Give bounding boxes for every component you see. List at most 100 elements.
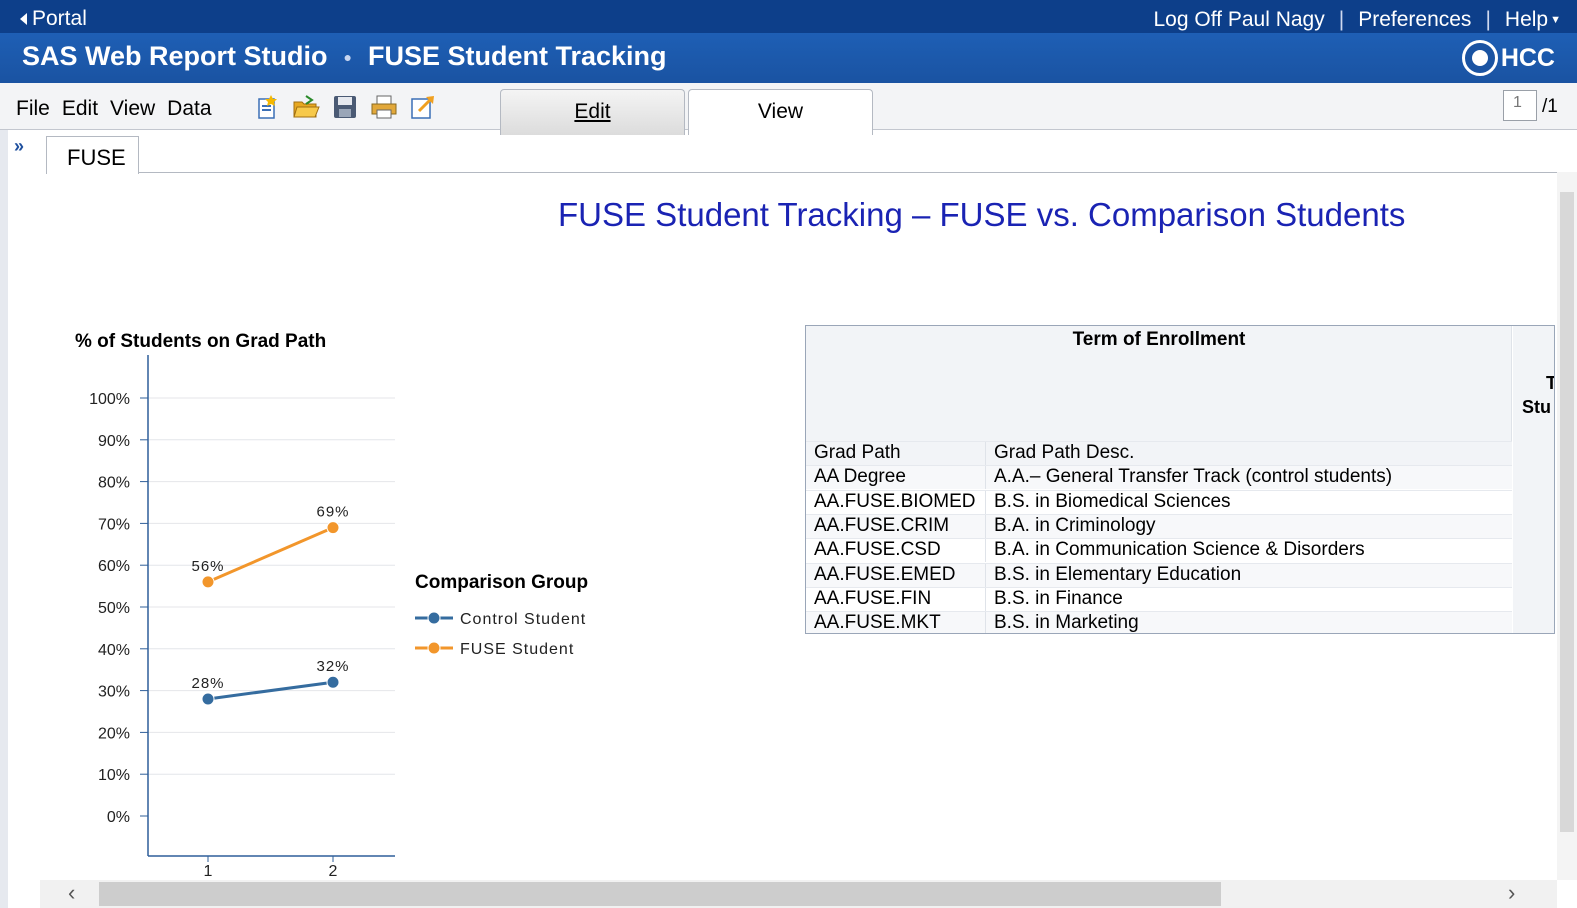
export-icon[interactable] <box>408 92 437 121</box>
legend-entry: FUSE Student <box>460 641 574 658</box>
y-tick-label: 70% <box>98 516 130 533</box>
left-gutter <box>0 130 8 908</box>
page-total: /1 <box>1542 96 1558 117</box>
toolbar <box>252 92 437 121</box>
legend-swatch-marker <box>427 611 441 625</box>
vertical-scroll-thumb[interactable] <box>1560 192 1574 832</box>
expand-panel-icon[interactable]: » <box>14 136 24 157</box>
tab-edit-label: Edit <box>574 100 611 123</box>
help-label: Help <box>1504 8 1549 31</box>
y-tick-label: 60% <box>98 558 130 575</box>
y-tick-label: 30% <box>98 684 130 701</box>
grad-path-desc-cell: B.A. in Communication Science & Disorder… <box>994 539 1365 561</box>
logoff-link[interactable]: Log Off Paul Nagy <box>1154 8 1325 32</box>
crosstab-header: Term of Enrollment <box>806 326 1512 441</box>
save-icon[interactable] <box>330 92 359 121</box>
menu-data[interactable]: Data <box>167 97 211 121</box>
separator: | <box>1338 8 1345 31</box>
series-line <box>207 526 334 584</box>
table-row: AA.FUSE.FIN B.S. in Finance <box>806 586 1512 611</box>
y-tick-label: 0% <box>107 809 130 826</box>
grad-path-cell: AA.FUSE.BIOMED <box>806 490 986 514</box>
grad-path-column-header: Grad Path <box>806 442 986 465</box>
y-tick-label: 10% <box>98 767 130 784</box>
grad-path-desc-column-header: Grad Path Desc. <box>994 442 1135 463</box>
grad-path-desc-cell: A.A.– General Transfer Track (control st… <box>994 466 1393 488</box>
table-row: AA.FUSE.CSD B.A. in Communication Science… <box>806 538 1512 563</box>
y-axis-ticks: 0% 10% 20% 30% 40% 50% 60% 70% 80% 90% 100% <box>89 391 148 826</box>
table-row: AA.FUSE.EMED B.S. in Elementary Education <box>806 562 1512 587</box>
grad-path-desc-cell: B.S. in Finance <box>994 587 1123 609</box>
x-tick-label: 1 <box>204 863 213 880</box>
preferences-link[interactable]: Preferences <box>1358 8 1471 32</box>
scroll-right-icon[interactable]: › <box>1508 880 1515 906</box>
data-label: 28% <box>191 675 224 692</box>
grad-path-desc-cell: B.S. in Elementary Education <box>994 563 1242 585</box>
help-menu[interactable]: Help ▼ <box>1505 8 1561 32</box>
legend-swatch-marker <box>427 641 441 655</box>
new-report-icon[interactable] <box>252 92 281 121</box>
menu-toolbar-row: File Edit View Data Edit View 1 /1 <box>0 83 1577 135</box>
chart-legend: Control Student FUSE Student <box>415 611 586 658</box>
horizontal-scrollbar[interactable]: ‹ › <box>40 880 1557 908</box>
tab-edit[interactable]: Edit <box>500 89 685 135</box>
chart-title: % of Students on Grad Path <box>75 331 326 352</box>
hcc-logo: HCC <box>1461 40 1555 76</box>
table-row: AA.FUSE.MKT B.S. in Marketing <box>806 611 1512 634</box>
tab-view[interactable]: View <box>688 89 873 135</box>
y-tick-label: 90% <box>98 433 130 450</box>
menu-edit[interactable]: Edit <box>62 97 98 121</box>
crosstab-column-header-row: Grad Path Grad Path Desc. <box>806 441 1512 465</box>
grad-path-crosstab: Term of Enrollment T Stu Grad PathGrad P… <box>805 325 1555 634</box>
tab-view-label: View <box>757 100 804 123</box>
crosstab-side-column: T Stu <box>1513 326 1554 633</box>
x-axis-ticks: 12 <box>204 856 338 880</box>
grad-path-cell: AA Degree <box>806 466 986 490</box>
menu-file[interactable]: File <box>16 97 50 121</box>
report-title: FUSE Student Tracking – FUSE vs. Compari… <box>558 196 1406 233</box>
chart-series: 28% 32% 56% 69% <box>191 504 349 706</box>
app-name: SAS Web Report Studio <box>22 41 328 71</box>
grad-path-desc-cell: B.S. in Marketing <box>994 612 1139 634</box>
report-name: FUSE Student Tracking <box>367 41 667 71</box>
y-grid <box>148 397 395 775</box>
x-tick-label: 2 <box>329 863 338 880</box>
grad-path-cell: AA.FUSE.FIN <box>806 587 986 611</box>
menu-view[interactable]: View <box>110 97 155 121</box>
open-folder-icon[interactable] <box>291 92 320 121</box>
y-tick-label: 20% <box>98 725 130 742</box>
vertical-scrollbar[interactable] <box>1557 172 1577 880</box>
scroll-left-icon[interactable]: ‹ <box>68 880 75 906</box>
grad-path-desc-cell: B.A. in Criminology <box>994 514 1156 536</box>
app-title: SAS Web Report Studio ● FUSE Student Tra… <box>22 41 667 72</box>
y-tick-label: 40% <box>98 642 130 659</box>
side-header-line2: Stu <box>1522 397 1551 417</box>
seal-icon <box>1461 40 1498 76</box>
section-tab-fuse[interactable]: FUSE <box>46 136 139 174</box>
data-label: 32% <box>316 658 349 675</box>
menu-bar: File Edit View Data <box>16 97 212 121</box>
data-point <box>326 675 340 689</box>
data-label: 56% <box>191 558 224 575</box>
term-of-enrollment-header: Term of Enrollment <box>1072 329 1246 350</box>
grad-path-desc-cell: B.S. in Biomedical Sciences <box>994 490 1231 512</box>
page-number-input[interactable]: 1 <box>1503 90 1537 121</box>
logo-text: HCC <box>1500 43 1555 72</box>
table-row: AA.FUSE.CRIM B.A. in Criminology <box>806 513 1512 538</box>
grad-path-cell: AA.FUSE.CRIM <box>806 514 986 538</box>
print-icon[interactable] <box>369 92 398 121</box>
grad-path-cell: AA.FUSE.EMED <box>806 563 986 587</box>
portal-label: Portal <box>32 7 87 30</box>
legend-entry: Control Student <box>460 611 586 628</box>
separator: | <box>1485 8 1491 31</box>
horizontal-scroll-thumb[interactable] <box>99 882 1221 906</box>
table-row: AA.FUSE.BIOMED B.S. in Biomedical Science… <box>806 489 1512 514</box>
data-label: 69% <box>316 504 349 521</box>
grad-path-cell: AA.FUSE.MKT <box>806 612 986 633</box>
data-point <box>201 692 215 706</box>
portal-link[interactable]: Portal <box>20 7 87 31</box>
y-tick-label: 100% <box>89 391 130 408</box>
back-arrow-icon <box>20 13 27 25</box>
bullet-icon: ● <box>343 48 352 65</box>
top-links: Log Off Paul Nagy | Preferences | Help ▼ <box>1154 8 1562 32</box>
